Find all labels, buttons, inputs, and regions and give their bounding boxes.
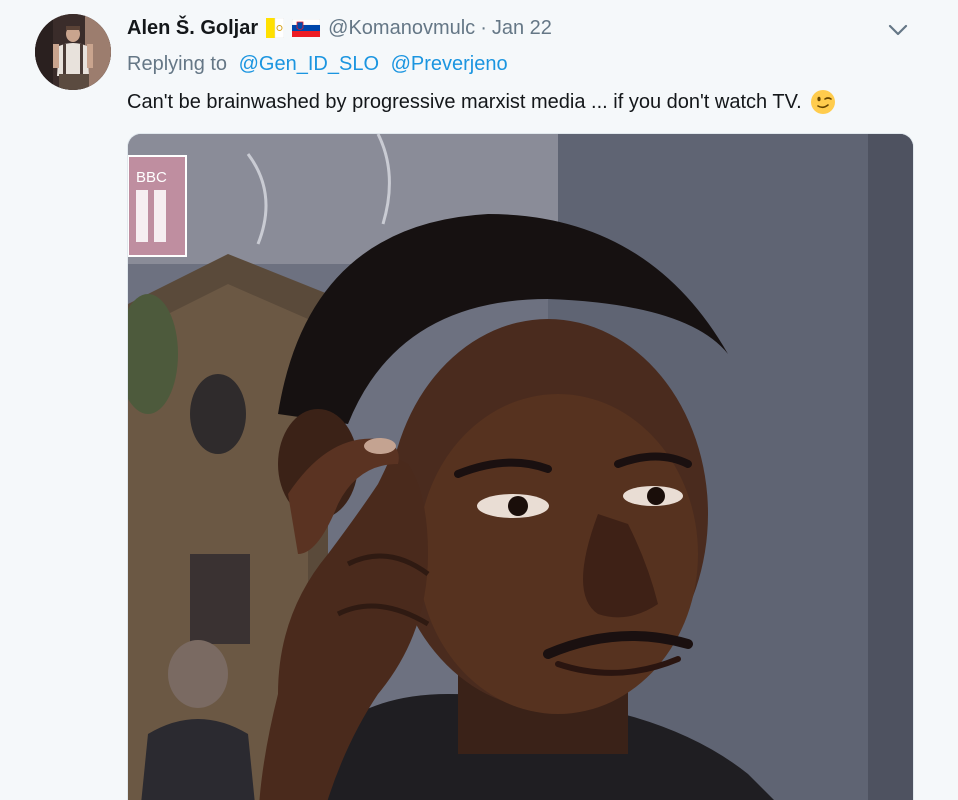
winking-face-icon (810, 89, 836, 115)
user-handle[interactable]: @Komanovmulc (328, 17, 475, 40)
tweet[interactable]: Alen Š. Goljar @Komanovmulc · Jan 22 Rep… (0, 0, 958, 800)
mention-link[interactable]: @Gen_ID_SLO (239, 53, 379, 75)
avatar[interactable] (35, 14, 111, 90)
svg-text:BBC: BBC (136, 169, 167, 186)
tweet-header: Alen Š. Goljar @Komanovmulc · Jan 22 (127, 14, 552, 42)
replying-to: Replying to @Gen_ID_SLO @Preverjeno (127, 53, 508, 76)
display-name[interactable]: Alen Š. Goljar (127, 17, 258, 40)
mention-link[interactable]: @Preverjeno (391, 53, 508, 75)
bbc-logo: BBC (128, 155, 187, 257)
separator-dot: · (480, 16, 487, 39)
tweet-text-content: Can't be brainwashed by progressive marx… (127, 90, 802, 113)
slovenia-flag-icon (292, 19, 321, 37)
tweet-date[interactable]: Jan 22 (492, 17, 552, 40)
tweet-media-image[interactable]: BBC (127, 133, 914, 800)
chevron-down-icon[interactable] (886, 20, 910, 40)
tweet-text: Can't be brainwashed by progressive marx… (127, 89, 836, 115)
vatican-flag-icon (266, 18, 285, 38)
replying-prefix: Replying to (127, 53, 228, 75)
